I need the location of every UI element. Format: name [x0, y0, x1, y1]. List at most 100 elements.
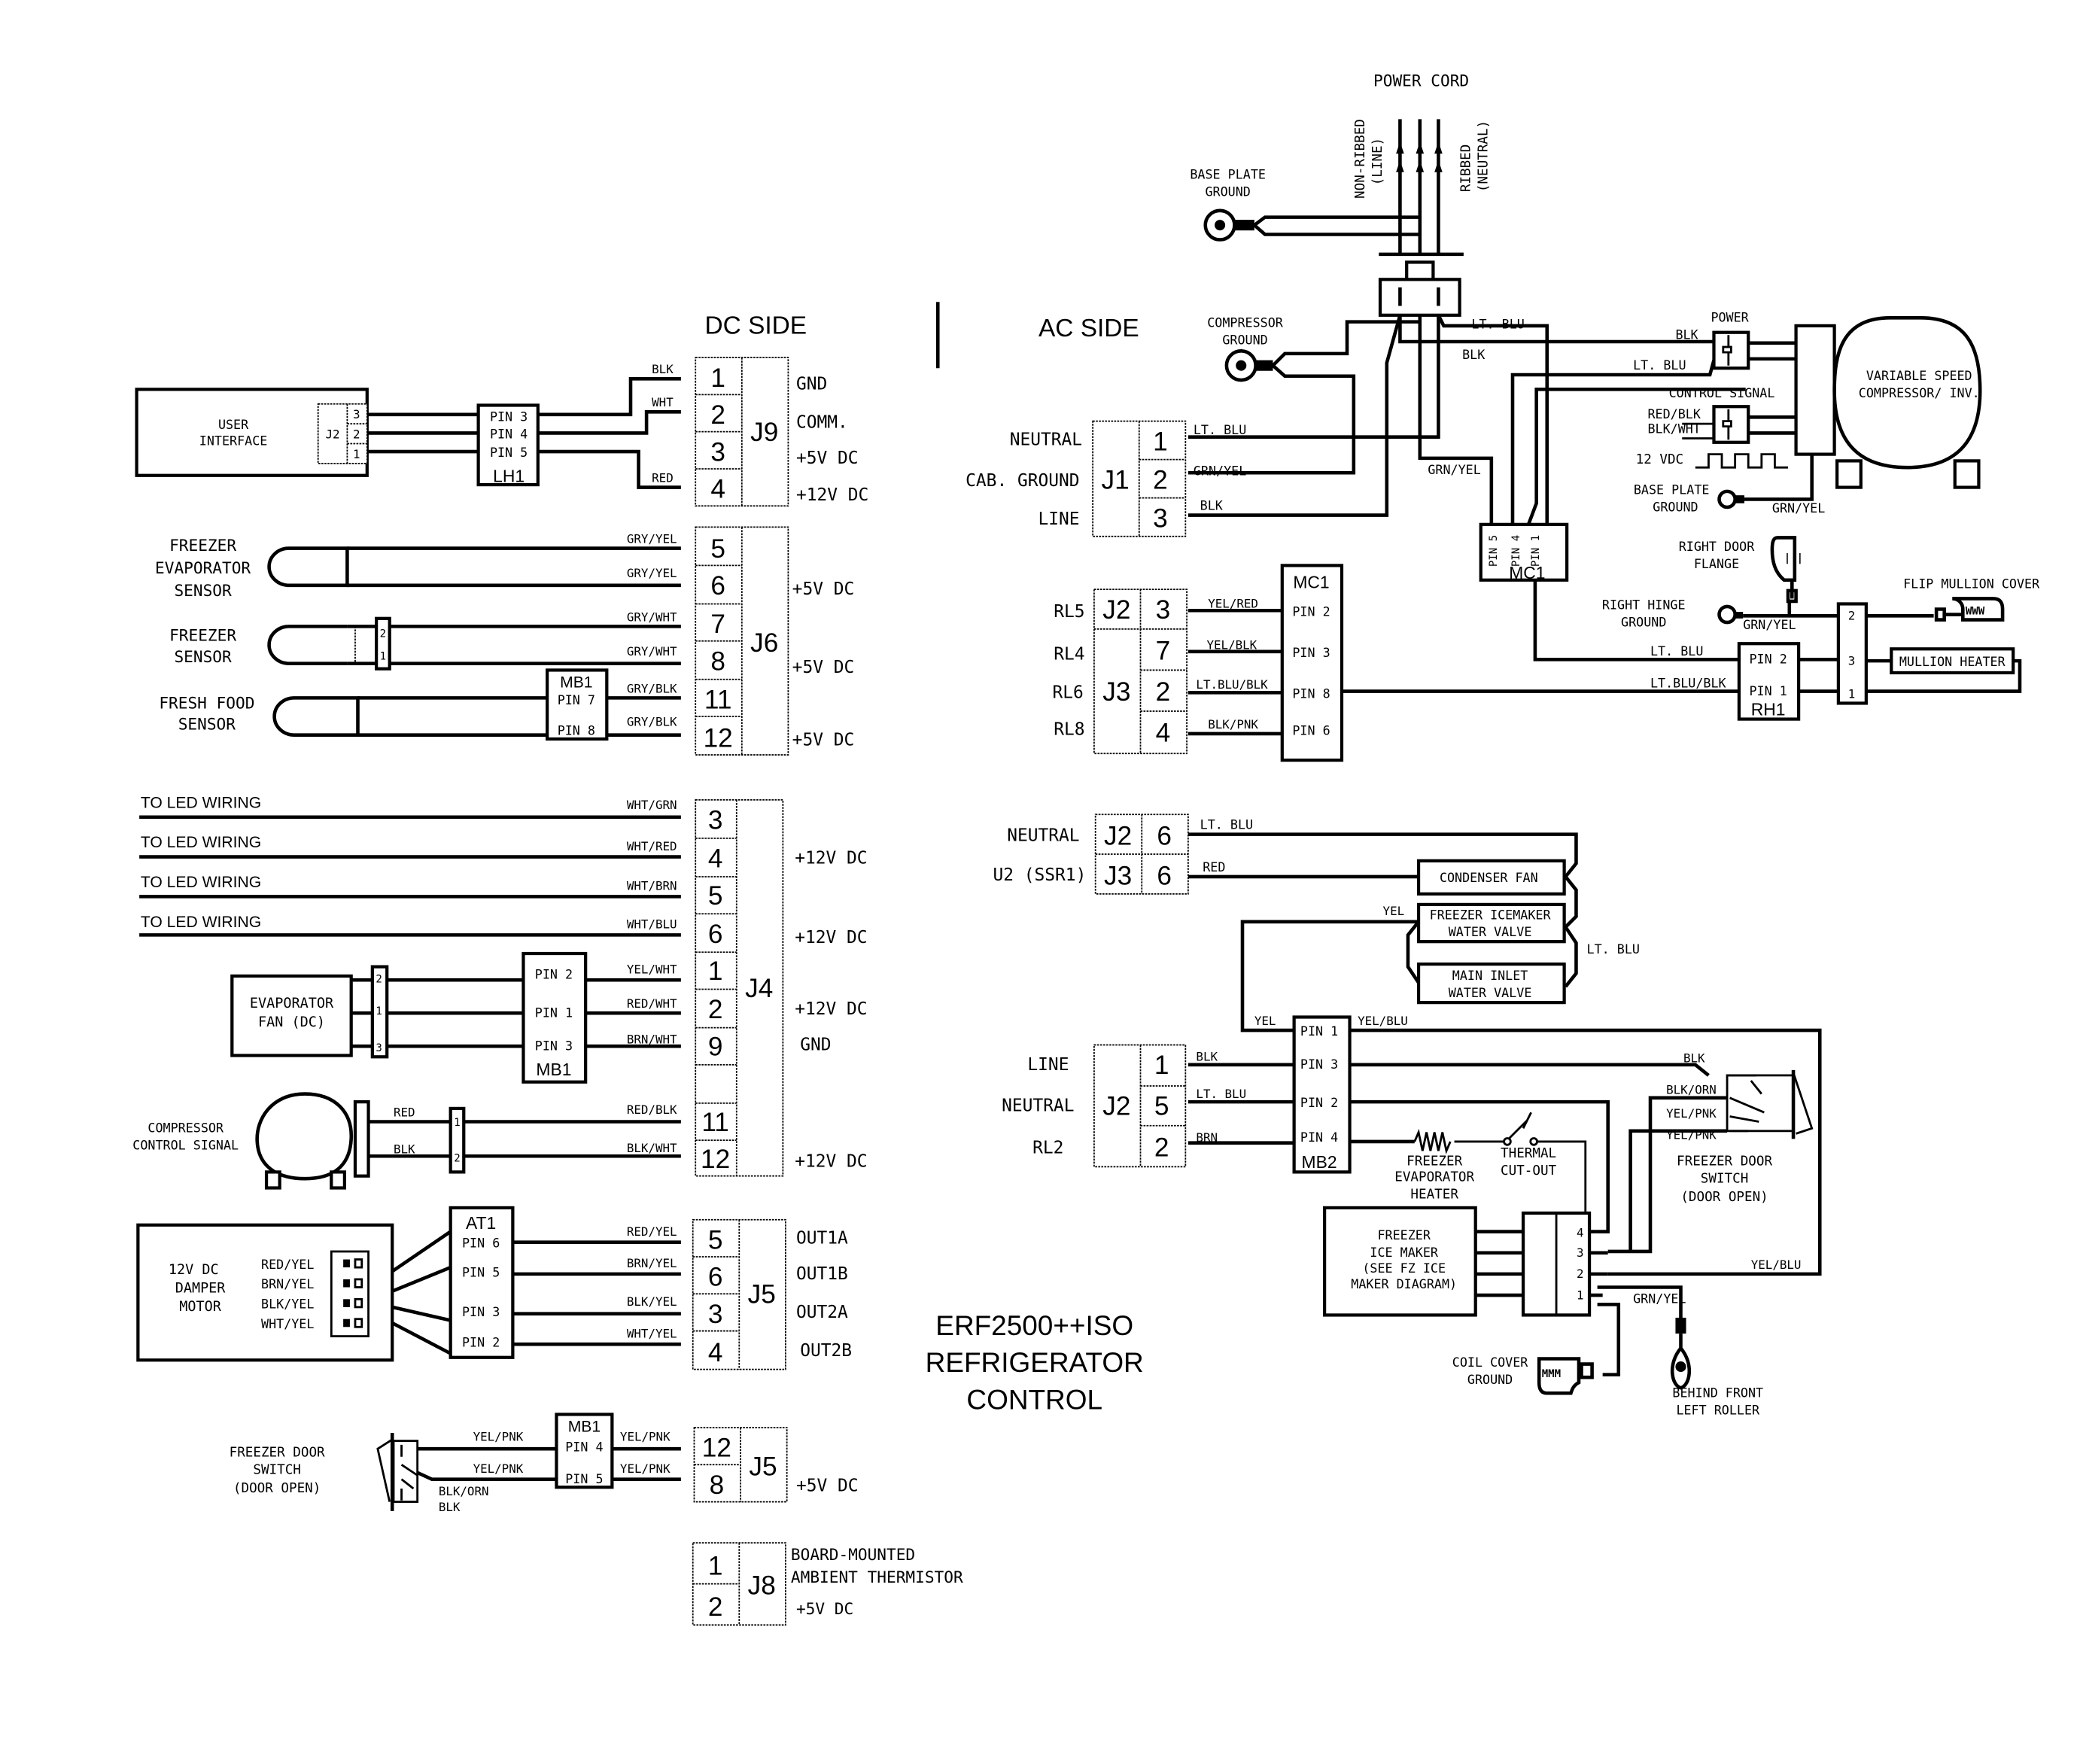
svg-text:PIN 2: PIN 2 — [535, 966, 573, 981]
svg-text:J5: J5 — [749, 1452, 777, 1481]
svg-text:1: 1 — [1848, 686, 1856, 701]
svg-text:LINE: LINE — [1027, 1055, 1069, 1075]
svg-text:LT. BLU: LT. BLU — [1196, 1087, 1246, 1101]
svg-text:J4: J4 — [745, 974, 773, 1003]
svg-text:4: 4 — [710, 475, 725, 504]
svg-text:PIN 2: PIN 2 — [1300, 1095, 1338, 1110]
svg-text:MB1: MB1 — [560, 674, 592, 691]
svg-text:CUT-OUT: CUT-OUT — [1501, 1163, 1556, 1179]
svg-text:WHT/BRN: WHT/BRN — [627, 879, 677, 893]
svg-text:GROUND: GROUND — [1467, 1372, 1513, 1387]
svg-text:GRY/YEL: GRY/YEL — [627, 566, 677, 580]
svg-text:CAB. GROUND: CAB. GROUND — [966, 471, 1079, 491]
svg-text:RED/YEL: RED/YEL — [627, 1224, 677, 1239]
svg-text:OUT1A: OUT1A — [796, 1228, 848, 1248]
svg-text:BLK/PNK: BLK/PNK — [1208, 717, 1258, 731]
svg-text:WHT/RED: WHT/RED — [627, 839, 677, 853]
svg-text:OUT2A: OUT2A — [796, 1303, 848, 1322]
svg-text:RED/WHT: RED/WHT — [627, 996, 677, 1011]
spring-clip-icon: ||| — [1784, 552, 1803, 564]
rh1-wire-label-2: LT.BLU/BLK — [1650, 675, 1726, 690]
svg-text:2: 2 — [1153, 465, 1168, 494]
svg-text:CONTROL SIGNAL: CONTROL SIGNAL — [132, 1137, 239, 1152]
connector-lh1: PIN 3 PIN 4 PIN 5 LH1 — [476, 403, 540, 487]
svg-text:12: 12 — [701, 1145, 730, 1174]
svg-text:J2: J2 — [326, 427, 340, 441]
svg-text:COMM.: COMM. — [796, 412, 848, 432]
svg-text:PIN 2: PIN 2 — [1749, 652, 1787, 667]
svg-text:1: 1 — [710, 363, 725, 393]
svg-text:PIN 3: PIN 3 — [462, 1304, 500, 1319]
svg-text:RED: RED — [394, 1105, 415, 1119]
svg-text:GRY/YEL: GRY/YEL — [627, 532, 677, 546]
svg-text:3: 3 — [353, 407, 360, 421]
svg-text:YEL/BLK: YEL/BLK — [1206, 637, 1257, 652]
svg-text:GROUND: GROUND — [1222, 333, 1267, 348]
svg-text:LEFT ROLLER: LEFT ROLLER — [1676, 1402, 1760, 1417]
spring-clip-icon: WWW — [1966, 606, 1985, 618]
svg-text:ICE MAKER: ICE MAKER — [1370, 1245, 1438, 1260]
svg-text:+5V DC: +5V DC — [792, 658, 855, 677]
svg-text:EVAPORATOR: EVAPORATOR — [250, 996, 334, 1011]
svg-text:12: 12 — [704, 724, 733, 753]
svg-text:PIN 3: PIN 3 — [1300, 1057, 1338, 1072]
svg-text:PIN 2: PIN 2 — [462, 1335, 500, 1350]
svg-text:+5V DC: +5V DC — [792, 731, 855, 750]
svg-text:NEUTRAL: NEUTRAL — [1002, 1096, 1074, 1115]
svg-text:1: 1 — [1154, 1051, 1169, 1080]
svg-text:NEUTRAL: NEUTRAL — [1007, 826, 1079, 845]
svg-text:YEL/PNK: YEL/PNK — [620, 1461, 671, 1476]
svg-text:SWITCH: SWITCH — [1701, 1171, 1749, 1186]
svg-text:3: 3 — [1848, 653, 1856, 668]
svg-text:FRESH FOOD: FRESH FOOD — [159, 693, 254, 712]
svg-text:BLK/WHT: BLK/WHT — [627, 1141, 677, 1155]
svg-text:(SEE FZ ICE: (SEE FZ ICE — [1362, 1261, 1446, 1276]
svg-text:+12V DC: +12V DC — [795, 928, 867, 947]
svg-text:MB2: MB2 — [1302, 1152, 1337, 1172]
svg-text:BRN/YEL: BRN/YEL — [261, 1276, 314, 1291]
svg-text:12V DC: 12V DC — [169, 1262, 219, 1278]
rh1-wire-label-1: LT. BLU — [1650, 643, 1703, 658]
svg-text:REFRIGERATOR: REFRIGERATOR — [926, 1347, 1144, 1378]
svg-text:2: 2 — [376, 974, 382, 986]
svg-text:GRN/YEL: GRN/YEL — [1194, 464, 1246, 479]
svg-text:COMPRESSOR/ INV.: COMPRESSOR/ INV. — [1859, 385, 1980, 400]
svg-text:RED: RED — [1203, 859, 1225, 874]
svg-text:BLK: BLK — [1675, 327, 1698, 342]
svg-text:RL6: RL6 — [1053, 683, 1084, 702]
svg-text:GRY/BLK: GRY/BLK — [627, 681, 677, 695]
svg-text:WATER VALVE: WATER VALVE — [1449, 985, 1532, 1000]
svg-text:BRN/WHT: BRN/WHT — [627, 1033, 677, 1047]
svg-text:SWITCH: SWITCH — [253, 1463, 301, 1478]
svg-text:1: 1 — [454, 1117, 460, 1129]
mullion-heater: MULLION HEATER — [1890, 647, 2015, 675]
svg-text:RIGHT HINGE: RIGHT HINGE — [1602, 597, 1686, 612]
connector-mb1-door: MB1 PIN 4 PIN 5 — [555, 1413, 614, 1489]
svg-text:CONDENSER FAN: CONDENSER FAN — [1440, 870, 1538, 885]
svg-text:2: 2 — [454, 1152, 460, 1164]
svg-text:OUT1B: OUT1B — [796, 1264, 848, 1284]
svg-text:FREEZER DOOR: FREEZER DOOR — [230, 1446, 325, 1461]
svg-text:12 VDC: 12 VDC — [1636, 452, 1684, 467]
svg-text:PIN 5: PIN 5 — [565, 1471, 603, 1486]
svg-text:PIN 1: PIN 1 — [1530, 535, 1542, 567]
svg-text:BLK/ORN: BLK/ORN — [1666, 1083, 1717, 1097]
svg-text:CONTROL: CONTROL — [966, 1384, 1102, 1415]
svg-text:POWER: POWER — [1711, 310, 1749, 325]
svg-text:WATER VALVE: WATER VALVE — [1449, 924, 1532, 939]
svg-text:LH1: LH1 — [493, 467, 525, 486]
svg-text:SENSOR: SENSOR — [174, 581, 232, 600]
svg-text:3: 3 — [710, 437, 725, 467]
svg-text:PIN 3: PIN 3 — [490, 409, 528, 424]
svg-text:+12V DC: +12V DC — [795, 848, 867, 868]
mb2-yel-label: YEL — [1254, 1014, 1276, 1028]
svg-text:PIN 5: PIN 5 — [1488, 535, 1500, 567]
svg-text:SENSOR: SENSOR — [178, 715, 236, 734]
svg-text:PIN 3: PIN 3 — [535, 1038, 573, 1053]
svg-text:J8: J8 — [748, 1571, 776, 1601]
svg-text:1: 1 — [708, 1551, 723, 1580]
svg-text:BLK: BLK — [1200, 498, 1223, 513]
dc-side-heading: DC SIDE — [705, 312, 807, 339]
svg-text:(LINE): (LINE) — [1370, 138, 1385, 186]
svg-text:(NEUTRAL): (NEUTRAL) — [1476, 120, 1492, 192]
